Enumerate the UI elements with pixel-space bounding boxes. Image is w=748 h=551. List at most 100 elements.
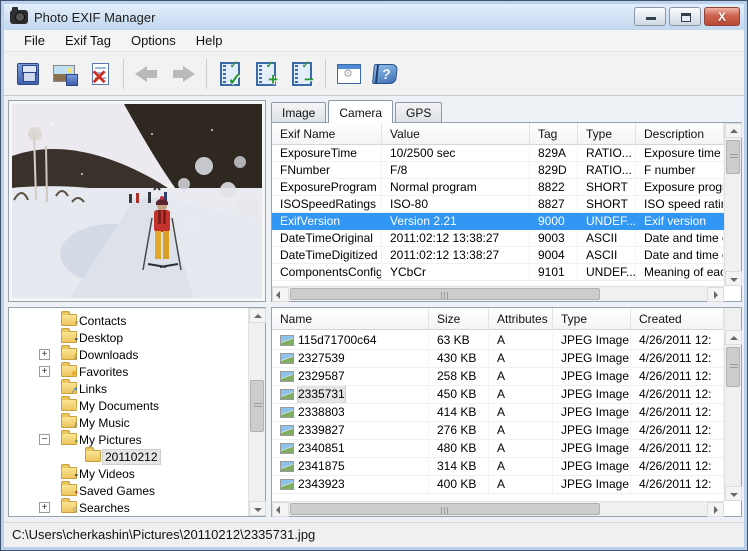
save-image-button[interactable] [47, 57, 81, 91]
file-row[interactable]: 2339827276 KBAJPEG Image4/26/2011 12: [272, 422, 724, 440]
tree-item-my-music[interactable]: ♪My Music [9, 414, 248, 431]
jpeg-file-icon [280, 389, 294, 400]
table-row[interactable]: DateTimeOriginal2011:02:12 13:38:279003A… [272, 230, 724, 247]
scroll-down-button[interactable] [725, 486, 742, 501]
scroll-up-button[interactable] [725, 330, 742, 345]
expand-icon[interactable]: + [39, 502, 50, 513]
remove-exif-tag-button[interactable]: − [285, 57, 319, 91]
folder-tree: ▫Contacts ▪Desktop +↓Downloads +★Favorit… [8, 307, 266, 517]
tree-item-my-pictures[interactable]: −▪My Pictures [9, 431, 248, 448]
title-bar: Photo EXIF Manager X [4, 4, 744, 30]
saved-games-folder-icon: ▪ [61, 484, 77, 496]
column-header[interactable]: Description [636, 123, 724, 145]
scrollbar-thumb[interactable] [290, 288, 600, 300]
file-row[interactable]: 2343923400 KBAJPEG Image4/26/2011 12: [272, 476, 724, 494]
tree-vertical-scrollbar[interactable] [248, 308, 265, 516]
tab-gps[interactable]: GPS [395, 102, 442, 122]
tree-item-contacts[interactable]: ▫Contacts [9, 312, 248, 329]
file-row[interactable]: 115d71700c6463 KBAJPEG Image4/26/2011 12… [272, 332, 724, 350]
jpeg-file-icon [280, 335, 294, 346]
scrollbar-thumb[interactable] [250, 380, 264, 432]
save-image-icon [53, 65, 75, 82]
scroll-down-button[interactable] [249, 501, 266, 516]
save-button[interactable] [11, 57, 45, 91]
tree-item-favorites[interactable]: +★Favorites [9, 363, 248, 380]
scroll-down-button[interactable] [725, 271, 742, 286]
add-exif-tag-icon: + [256, 62, 276, 86]
file-row[interactable]: 2338803414 KBAJPEG Image4/26/2011 12: [272, 404, 724, 422]
tree-item-saved-games[interactable]: ▪Saved Games [9, 482, 248, 499]
options-button[interactable] [332, 57, 366, 91]
tree-item-links[interactable]: ↗Links [9, 380, 248, 397]
expand-icon[interactable]: + [39, 349, 50, 360]
file-row[interactable]: 2327539430 KBAJPEG Image4/26/2011 12: [272, 350, 724, 368]
delete-exif-button[interactable]: ✕ [83, 57, 117, 91]
menu-options[interactable]: Options [121, 30, 186, 51]
scrollbar-thumb[interactable] [726, 140, 740, 174]
expand-icon[interactable]: + [39, 366, 50, 377]
column-header[interactable]: Value [382, 123, 530, 145]
scroll-up-button[interactable] [249, 308, 266, 323]
table-row[interactable]: ISOSpeedRatingsISO-808827SHORTISO speed … [272, 196, 724, 213]
table-row[interactable]: FNumberF/8829DRATIO...F number [272, 162, 724, 179]
documents-folder-icon: ▫ [61, 399, 77, 411]
column-header[interactable]: Exif Name [272, 123, 382, 145]
table-row[interactable]: ExposureProgramNormal program8822SHORTEx… [272, 179, 724, 196]
list-horizontal-scrollbar[interactable] [272, 501, 724, 516]
table-row[interactable]: DateTimeDigitized2011:02:12 13:38:279004… [272, 247, 724, 264]
previous-image-button[interactable] [130, 57, 164, 91]
tree-item-downloads[interactable]: +↓Downloads [9, 346, 248, 363]
exif-horizontal-scrollbar[interactable] [272, 286, 724, 301]
validate-exif-icon: ✓ [220, 62, 240, 86]
tree-item-desktop[interactable]: ▪Desktop [9, 329, 248, 346]
validate-exif-button[interactable]: ✓ [213, 57, 247, 91]
scroll-up-button[interactable] [725, 123, 742, 138]
scroll-right-button[interactable] [707, 287, 724, 302]
tree-item-20110212[interactable]: 20110212 [9, 448, 248, 465]
table-row-selected[interactable]: ExifVersionVersion 2.219000UNDEF...Exif … [272, 213, 724, 230]
file-row[interactable]: 2341875314 KBAJPEG Image4/26/2011 12: [272, 458, 724, 476]
column-header[interactable]: Name [272, 308, 429, 330]
minimize-button[interactable] [634, 7, 666, 26]
file-row[interactable]: 2329587258 KBAJPEG Image4/26/2011 12: [272, 368, 724, 386]
column-header[interactable]: Size [429, 308, 489, 330]
table-row[interactable]: ComponentsConfig...YCbCr9101UNDEF...Mean… [272, 264, 724, 281]
file-row[interactable]: 2340851480 KBAJPEG Image4/26/2011 12: [272, 440, 724, 458]
collapse-icon[interactable]: − [39, 434, 50, 445]
jpeg-file-icon [280, 479, 294, 490]
close-button[interactable]: X [704, 7, 740, 26]
scroll-left-button[interactable] [272, 287, 289, 302]
scrollbar-thumb[interactable] [290, 503, 600, 515]
scroll-right-button[interactable] [707, 502, 724, 517]
maximize-button[interactable] [669, 7, 701, 26]
toolbar: ✕ ✓ + − [4, 52, 744, 96]
scroll-left-button[interactable] [272, 502, 289, 517]
options-window-icon [337, 64, 361, 84]
tab-camera[interactable]: Camera [328, 100, 393, 123]
client-area: Image Camera GPS Exif Name Value Tag Typ… [4, 96, 744, 522]
next-image-button[interactable] [166, 57, 200, 91]
column-header[interactable]: Created [631, 308, 724, 330]
menu-bar: File Exif Tag Options Help [4, 30, 744, 52]
tree-item-searches[interactable]: +○Searches [9, 499, 248, 516]
column-header[interactable]: Type [578, 123, 636, 145]
photo-preview-panel [8, 100, 266, 302]
list-vertical-scrollbar[interactable] [724, 308, 741, 501]
delete-exif-icon: ✕ [92, 63, 109, 85]
file-row-selected[interactable]: 2335731450 KBAJPEG Image4/26/2011 12: [272, 386, 724, 404]
folder-icon [85, 450, 101, 462]
menu-file[interactable]: File [14, 30, 55, 51]
exif-vertical-scrollbar[interactable] [724, 123, 741, 286]
tab-image[interactable]: Image [271, 102, 326, 122]
menu-exif-tag[interactable]: Exif Tag [55, 30, 121, 51]
table-row[interactable]: ExposureTime10/2500 sec829ARATIO...Expos… [272, 145, 724, 162]
column-header[interactable]: Tag [530, 123, 578, 145]
menu-help[interactable]: Help [186, 30, 233, 51]
column-header[interactable]: Attributes [489, 308, 553, 330]
column-header[interactable]: Type [553, 308, 631, 330]
help-button[interactable] [368, 57, 402, 91]
tree-item-my-videos[interactable]: ▪My Videos [9, 465, 248, 482]
add-exif-tag-button[interactable]: + [249, 57, 283, 91]
scrollbar-thumb[interactable] [726, 347, 740, 387]
tree-item-my-documents[interactable]: ▫My Documents [9, 397, 248, 414]
